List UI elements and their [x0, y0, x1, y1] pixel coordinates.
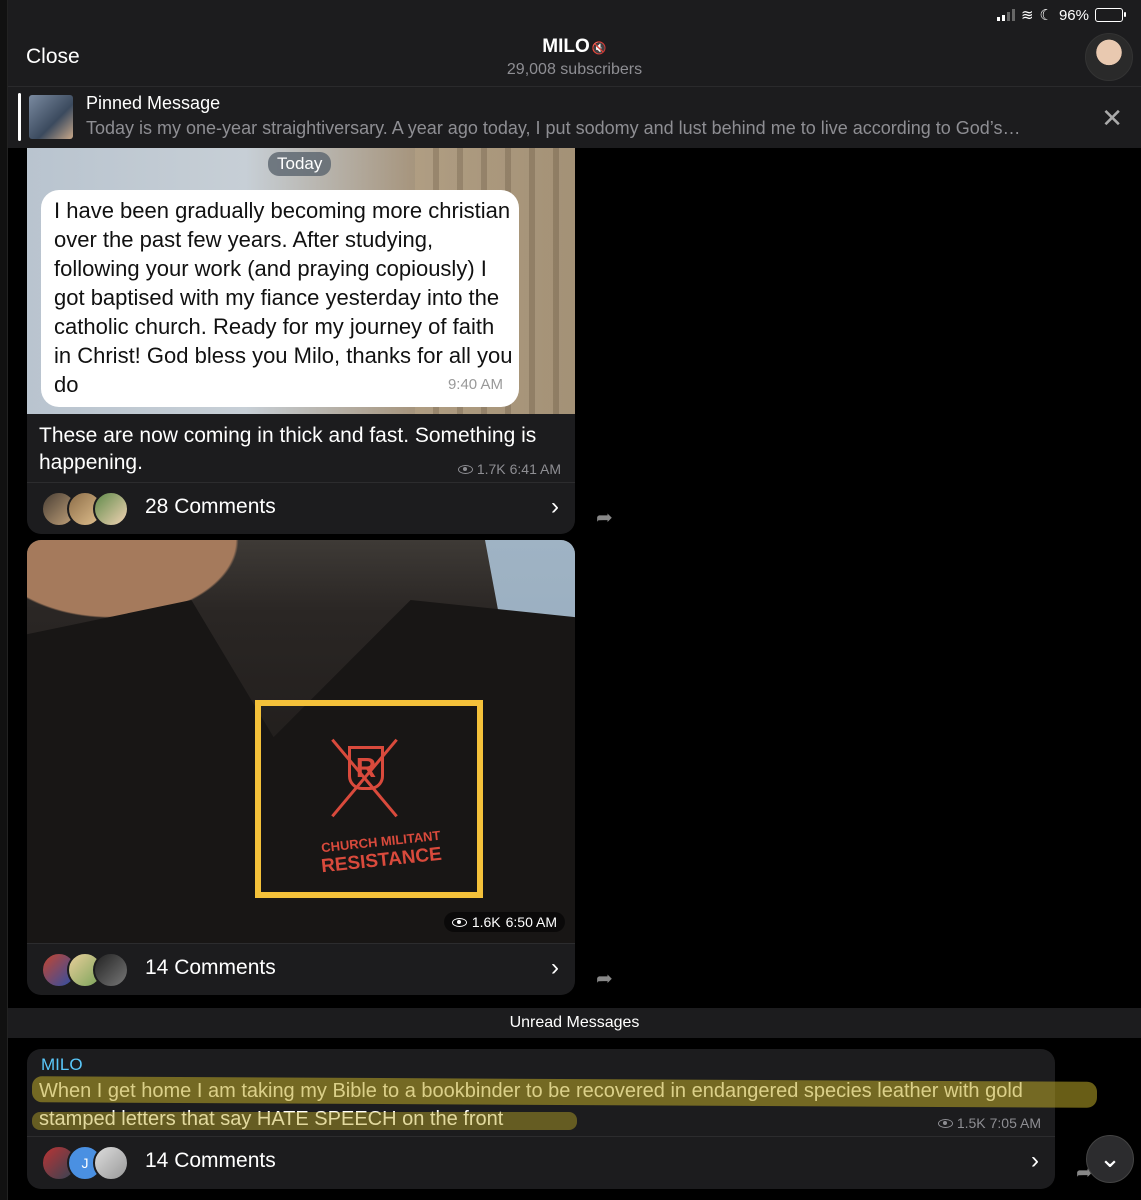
channel-name: MILO [542, 36, 590, 57]
scroll-down-button[interactable]: ⌄ [1086, 1135, 1134, 1183]
muted-icon: 🔇 [591, 41, 607, 55]
comments-label: 14 Comments [145, 1149, 276, 1172]
pinned-message[interactable]: Pinned Message Today is my one-year stra… [8, 86, 1141, 148]
share-arrow-icon[interactable]: ➦ [596, 966, 613, 991]
left-edge [0, 0, 8, 1200]
subscriber-count: 29,008 subscribers [506, 61, 643, 78]
avatar [93, 491, 129, 527]
sender-name[interactable]: MILO [41, 1055, 83, 1075]
quoted-message-bubble: I have been gradually becoming more chri… [41, 190, 519, 407]
highlight-box: R CHURCH MILITANT RESISTANCE [255, 700, 483, 898]
view-count: 1.7K [476, 461, 506, 477]
channel-avatar[interactable] [1085, 33, 1133, 81]
message-time: 6:50 AM [505, 914, 557, 930]
status-bar: ≋ ☾ 96% [996, 4, 1126, 26]
commenter-avatars: J [41, 1145, 131, 1181]
avatar [93, 1145, 129, 1181]
highlighter-mark [32, 1112, 577, 1130]
quoted-message-time: 9:40 AM [447, 376, 503, 393]
pinned-indicator [18, 93, 21, 141]
channel-header: Close MILO 🔇 29,008 subscribers [8, 0, 1141, 86]
message-photo[interactable]: R CHURCH MILITANT RESISTANCE 1.6K 6:50 A… [27, 540, 575, 943]
comments-button[interactable]: J 14 Comments › [27, 1136, 1055, 1186]
pinned-title: Pinned Message [86, 93, 221, 113]
message-meta: 1.5K 7:05 AM [937, 1115, 1041, 1131]
view-count: 1.5K [956, 1115, 986, 1131]
chevron-right-icon: › [551, 493, 559, 520]
highlighter-mark [31, 1076, 1098, 1108]
date-badge: Today [268, 152, 332, 176]
message-card: Today I have been gradually becoming mor… [27, 148, 575, 534]
eye-icon [451, 917, 467, 927]
chevron-right-icon: › [551, 954, 559, 981]
eye-icon [937, 1118, 953, 1128]
battery-icon [1095, 8, 1126, 22]
commenter-avatars [41, 491, 131, 527]
chevron-down-icon: ⌄ [1099, 1143, 1121, 1173]
pinned-thumbnail [29, 95, 73, 139]
message-card: R CHURCH MILITANT RESISTANCE 1.6K 6:50 A… [27, 540, 575, 995]
wifi-icon: ≋ [1020, 7, 1034, 24]
moon-icon: ☾ [1039, 7, 1053, 24]
unread-messages-divider: Unread Messages [8, 1008, 1141, 1038]
eye-icon [457, 464, 473, 474]
comments-label: 14 Comments [145, 956, 276, 979]
message-meta: 1.6K 6:50 AM [443, 912, 565, 932]
message-time: 7:05 AM [989, 1115, 1041, 1131]
view-count: 1.6K [471, 914, 501, 930]
comments-button[interactable]: 14 Comments › [27, 943, 575, 993]
signal-icon [996, 9, 1015, 21]
pinned-text: Today is my one-year straightiversary. A… [86, 118, 1021, 138]
comments-button[interactable]: 28 Comments › [27, 482, 575, 532]
commenter-avatars [41, 952, 131, 988]
comments-label: 28 Comments [145, 495, 276, 518]
quoted-message-text: I have been gradually becoming more chri… [54, 198, 513, 397]
channel-title[interactable]: MILO 🔇 [8, 36, 1141, 58]
close-icon[interactable]: ✕ [1101, 103, 1123, 134]
message-meta: 1.7K 6:41 AM [457, 461, 561, 477]
avatar [93, 952, 129, 988]
chevron-right-icon: › [1031, 1147, 1039, 1174]
message-time: 6:41 AM [509, 461, 561, 477]
share-arrow-icon[interactable]: ➦ [596, 505, 613, 530]
shield-icon: R [348, 746, 384, 790]
battery-percent: 96% [1058, 6, 1089, 24]
shirt-logo: R CHURCH MILITANT RESISTANCE [261, 706, 477, 892]
